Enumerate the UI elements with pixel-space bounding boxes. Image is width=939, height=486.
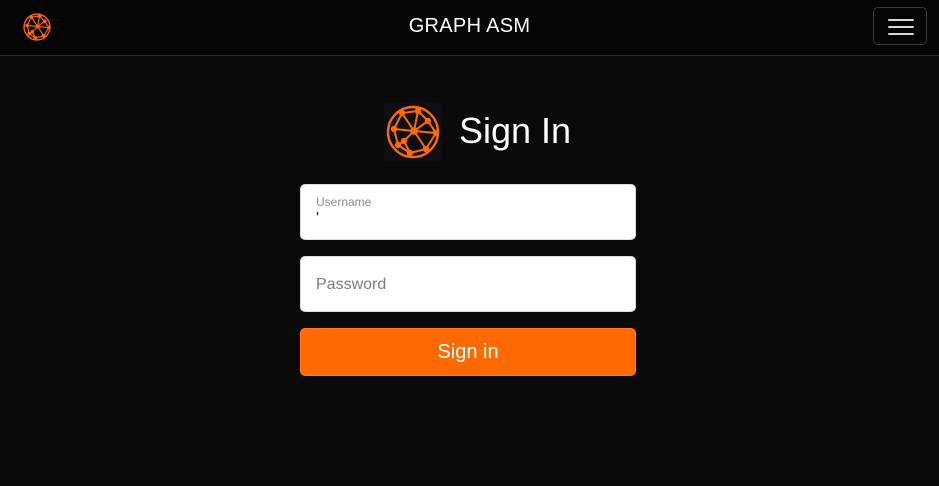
- username-value[interactable]: ': [316, 210, 319, 228]
- navbar: GRAPH ASM: [0, 0, 939, 56]
- hamburger-menu-icon-bar: [888, 26, 914, 28]
- app-title[interactable]: GRAPH ASM: [0, 15, 939, 38]
- sign-in-button[interactable]: Sign in: [300, 328, 636, 376]
- hamburger-menu-icon: [888, 19, 914, 21]
- username-field[interactable]: Username ': [300, 184, 636, 240]
- menu-toggle-button[interactable]: [873, 7, 927, 45]
- password-field[interactable]: Password: [300, 256, 636, 312]
- page-title: Sign In: [459, 110, 572, 151]
- username-label: Username: [316, 195, 372, 209]
- network-globe-icon: [384, 103, 442, 161]
- hamburger-menu-icon-bar: [888, 33, 914, 35]
- password-placeholder: Password: [316, 276, 387, 293]
